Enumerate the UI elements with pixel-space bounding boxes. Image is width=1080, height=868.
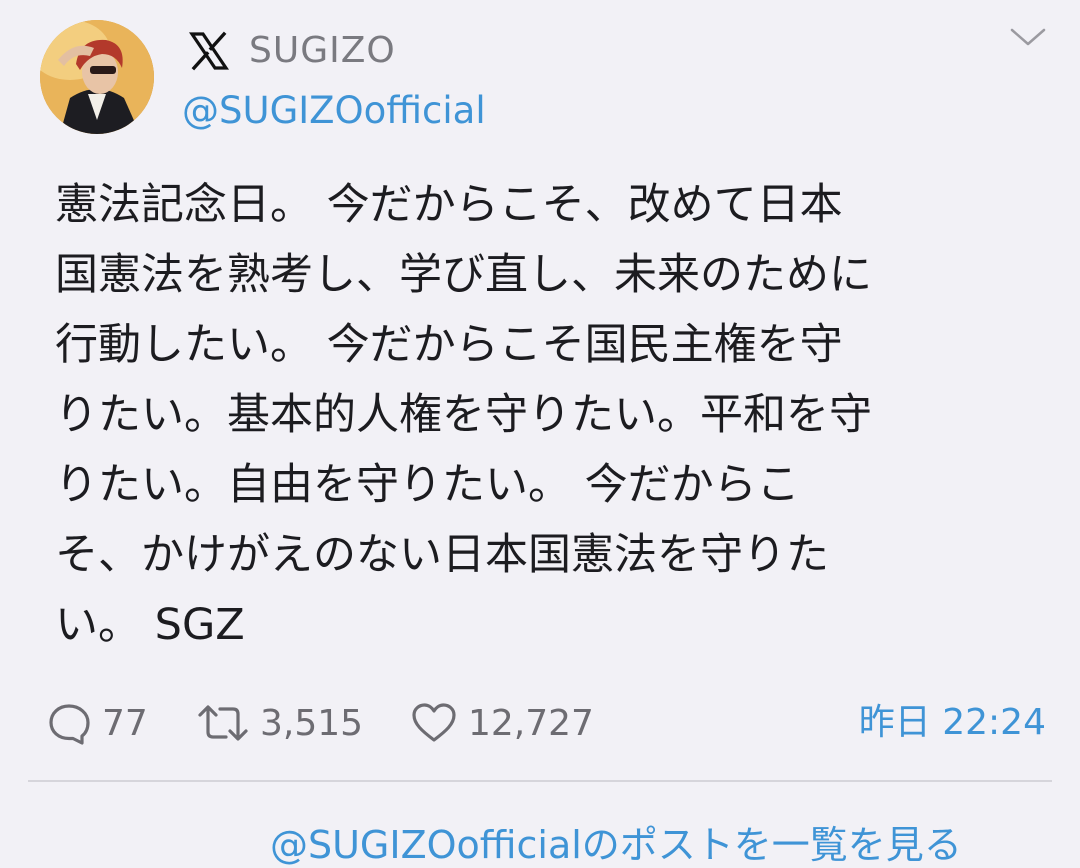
view-posts-link[interactable]: @SUGIZOofficialのポストを一覧を見る [270,822,962,868]
like-count: 12,727 [468,702,594,744]
more-options-chevron-icon[interactable] [1008,22,1048,52]
display-name[interactable]: SUGIZO [249,28,396,74]
post-text-line: りたい。自由を守りたい。 今だからこ [55,460,800,510]
avatar-image [40,20,154,134]
post-text: 憲法記念日。 今だからこそ、改めて日本 国憲法を熟考し、学び直し、未来のために … [55,170,1020,660]
like-button[interactable]: 12,727 [410,695,594,751]
reply-icon [49,704,90,745]
x-logo-icon [188,30,230,72]
post-text-line: 国憲法を熟考し、学び直し、未来のために [55,250,872,300]
repost-button[interactable]: 3,515 [196,695,363,751]
avatar[interactable] [40,20,154,134]
repost-count: 3,515 [260,702,364,744]
reply-button[interactable]: 77 [46,695,148,751]
post-text-line: 憲法記念日。 今だからこそ、改めて日本 [55,180,843,230]
repost-icon [198,705,248,741]
post-text-line: そ、かけがえのない日本国憲法を守りた [55,530,829,580]
post-actions: 77 3,515 12,727 昨日 22:24 [46,695,1046,751]
post-text-line: 行動したい。 今だからこそ国民主権を守 [55,320,843,370]
post-text-line: りたい。基本的人権を守りたい。平和を守 [55,390,872,440]
heart-icon [412,703,456,742]
post-timestamp[interactable]: 昨日 22:24 [859,695,1046,751]
user-handle[interactable]: @SUGIZOofficial [182,88,486,134]
divider [28,780,1052,782]
reply-count: 77 [102,702,148,744]
post-text-line: い。 SGZ [55,600,245,650]
